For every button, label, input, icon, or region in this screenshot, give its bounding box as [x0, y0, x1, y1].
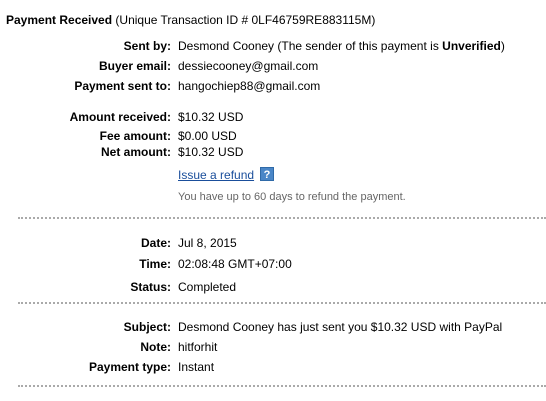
- fee-amount-row: Fee amount: $0.00 USD: [0, 129, 546, 145]
- page-header: Payment Received (Unique Transaction ID …: [6, 13, 375, 27]
- date-row: Date: Jul 8, 2015: [0, 236, 546, 252]
- refund-note: You have up to 60 days to refund the pay…: [178, 191, 406, 203]
- note-value: hitforhit: [178, 340, 218, 354]
- payment-sent-to-value: hangochiep88@gmail.com: [178, 79, 321, 93]
- time-value: 02:08:48 GMT+07:00: [178, 257, 292, 271]
- divider: [18, 302, 546, 304]
- sender-note-suffix: ): [500, 39, 505, 53]
- sent-by-label: Sent by:: [123, 39, 171, 53]
- sent-by-value: Desmond Cooney (The sender of this payme…: [178, 39, 505, 53]
- page-title: Payment Received: [6, 13, 113, 27]
- sender-name: Desmond Cooney: [178, 39, 275, 53]
- net-amount-value: $10.32 USD: [178, 145, 244, 159]
- note-label: Note:: [140, 340, 171, 354]
- question-mark-icon[interactable]: ?: [260, 167, 274, 181]
- time-row: Time: 02:08:48 GMT+07:00: [0, 257, 546, 273]
- note-row: Note: hitforhit: [0, 340, 546, 356]
- divider: [18, 217, 546, 219]
- buyer-email-label: Buyer email:: [98, 59, 171, 73]
- divider: [18, 385, 546, 387]
- subject-value: Desmond Cooney has just sent you $10.32 …: [178, 320, 503, 334]
- status-value: Completed: [178, 280, 237, 294]
- date-label: Date:: [140, 236, 171, 250]
- amount-received-row: Amount received: $10.32 USD: [0, 110, 546, 126]
- net-amount-row: Net amount: $10.32 USD: [0, 145, 546, 161]
- transaction-id: (Unique Transaction ID # 0LF46759RE88311…: [115, 13, 376, 27]
- amount-received-label: Amount received:: [69, 110, 171, 124]
- net-amount-label: Net amount:: [101, 145, 171, 159]
- payment-sent-to-row: Payment sent to: hangochiep88@gmail.com: [0, 79, 546, 95]
- payment-type-value: Instant: [178, 360, 215, 374]
- payment-type-row: Payment type: Instant: [0, 360, 546, 376]
- buyer-email-row: Buyer email: dessiecooney@gmail.com: [0, 59, 546, 75]
- status-label: Status:: [130, 280, 171, 294]
- time-label: Time:: [139, 257, 171, 271]
- sender-verification-status: Unverified: [442, 39, 501, 53]
- sent-by-row: Sent by: Desmond Cooney (The sender of t…: [0, 39, 546, 55]
- amount-received-value: $10.32 USD: [178, 110, 244, 124]
- subject-label: Subject:: [123, 320, 171, 334]
- payment-type-label: Payment type:: [88, 360, 171, 374]
- issue-refund-link[interactable]: Issue a refund: [178, 168, 254, 182]
- status-row: Status: Completed: [0, 280, 546, 296]
- buyer-email-value: dessiecooney@gmail.com: [178, 59, 319, 73]
- fee-amount-value: $0.00 USD: [178, 129, 237, 143]
- fee-amount-label: Fee amount:: [99, 129, 171, 143]
- sender-note-prefix: (The sender of this payment is: [277, 39, 443, 53]
- subject-row: Subject: Desmond Cooney has just sent yo…: [0, 320, 546, 336]
- date-value: Jul 8, 2015: [178, 236, 237, 250]
- payment-sent-to-label: Payment sent to:: [74, 79, 171, 93]
